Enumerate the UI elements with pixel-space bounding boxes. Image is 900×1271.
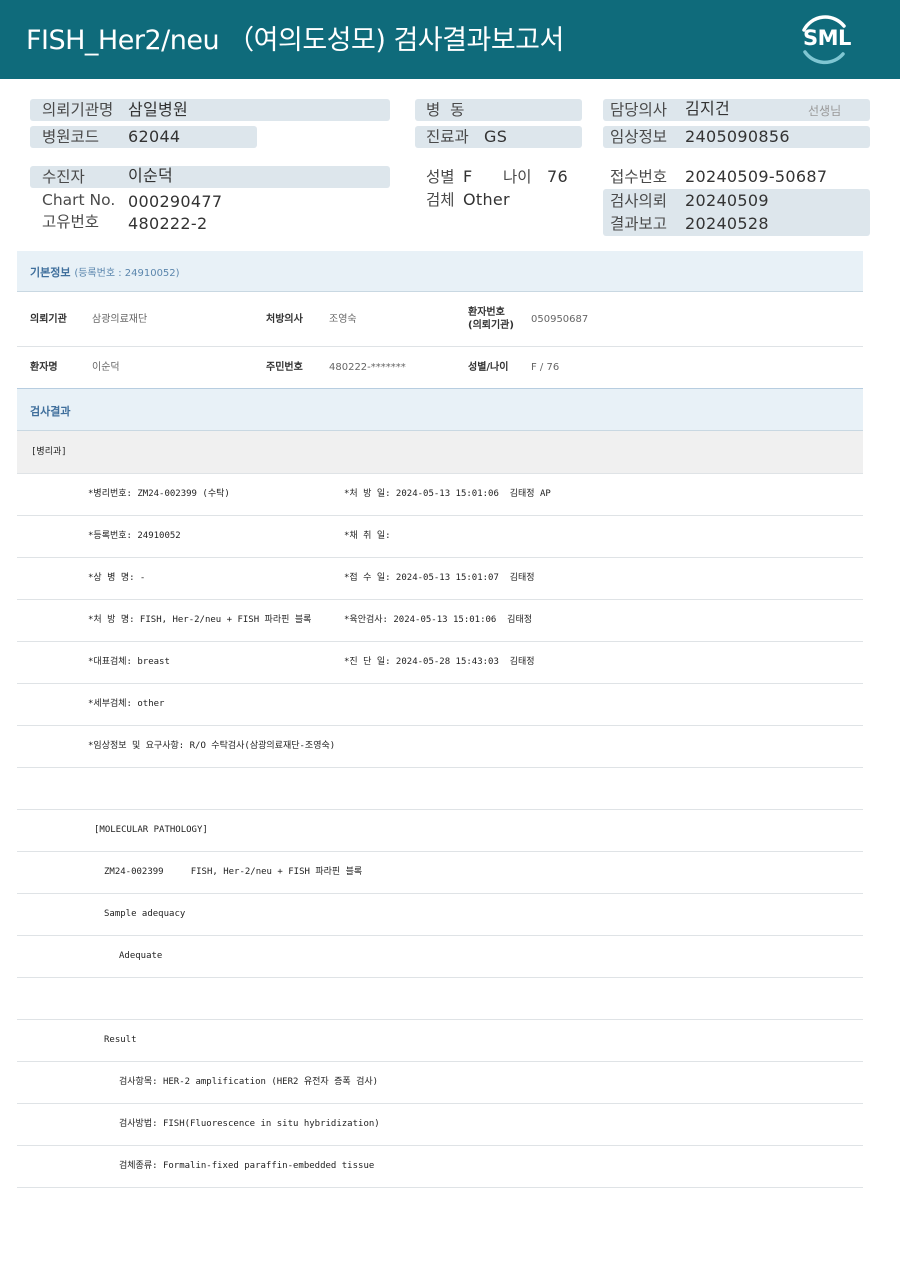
chart-label: Chart No. (42, 191, 116, 209)
test-method: 검사방법: FISH(Fluorescence in situ hybridiz… (119, 1119, 380, 1129)
patient-value: 이순덕 (128, 166, 174, 185)
institution-label: 의뢰기관명 (42, 101, 114, 119)
age-value: 76 (547, 167, 568, 186)
doctor-label: 담당의사 (610, 101, 668, 119)
result-header: 검사결과 (17, 389, 863, 431)
patient-label: 수진자 (42, 168, 85, 186)
registration-line: *등록번호: 24910052 (88, 531, 181, 541)
name-label: 환자명 (30, 362, 58, 373)
sex-label: 성별 (426, 168, 455, 186)
pid-label-2: (의뢰기관) (468, 320, 514, 331)
result-line-row: Sample adequacy (17, 894, 863, 936)
result-line-row: *등록번호: 24910052 *채 취 일: (17, 516, 863, 558)
dept-label: 진료과 (426, 128, 469, 146)
prescription-name: *처 방 명: FISH, Her-2/neu + FISH 파라핀 블록 (88, 615, 312, 625)
sample-adequacy-label: Sample adequacy (104, 909, 186, 919)
receipt-value: 20240509-50687 (685, 167, 828, 186)
result-line-row: 검사항목: HER-2 amplification (HER2 유전자 증폭 검… (17, 1062, 863, 1104)
hospital-code-label: 병원코드 (42, 128, 100, 146)
pathology-subheader-row: [병리과] (17, 431, 863, 474)
request-label: 검사의뢰 (610, 192, 668, 210)
inst-label: 의뢰기관 (30, 314, 67, 325)
test-item: 검사항목: HER-2 amplification (HER2 유전자 증폭 검… (119, 1077, 379, 1087)
prescription-date: *처 방 일: 2024-05-13 15:01:06 김태정 AP (344, 489, 551, 499)
presc-label: 처방의사 (266, 314, 303, 325)
empty-row (17, 768, 863, 810)
request-value: 20240509 (685, 191, 769, 210)
receipt-date: *접 수 일: 2024-05-13 15:01:07 김태정 (344, 573, 535, 583)
ward-label: 병 동 (426, 101, 465, 119)
gross-exam-date: *육안검사: 2024-05-13 15:01:06 김태정 (344, 615, 533, 625)
result-line-row: *병리번호: ZM24-002399 (수탁) *처 방 일: 2024-05-… (17, 474, 863, 516)
rrn-value: 480222-******* (329, 362, 406, 373)
report-value: 20240528 (685, 214, 769, 233)
result-line-row: *대표검체: breast *진 단 일: 2024-05-28 15:43:0… (17, 642, 863, 684)
empty-row (17, 978, 863, 1020)
age-label: 나이 (503, 168, 532, 186)
sexage-label: 성별/나이 (468, 362, 509, 373)
adequate-value: Adequate (119, 951, 163, 961)
result-label: Result (104, 1035, 137, 1045)
unique-label: 고유번호 (42, 213, 100, 231)
sexage-value: F / 76 (531, 362, 560, 373)
result-line-row: ZM24-002399 FISH, Her-2/neu + FISH 파라핀 블… (17, 852, 863, 894)
name-value: 이순덕 (92, 362, 120, 373)
basic-info-row-2: 환자명 이순덕 주민번호 480222-******* 성별/나이 F / 76 (17, 347, 863, 389)
presc-value: 조영숙 (329, 314, 357, 325)
representative-specimen: *대표검체: breast (88, 657, 170, 667)
result-line-row: Result (17, 1020, 863, 1062)
receipt-label: 접수번호 (610, 168, 668, 186)
result-line-row: 검체종류: Formalin-fixed paraffin-embedded t… (17, 1146, 863, 1188)
pid-label-1: 환자번호 (468, 307, 505, 318)
unique-value: 480222-2 (128, 214, 208, 233)
molecular-code: ZM24-002399 FISH, Her-2/neu + FISH 파라핀 블… (104, 867, 363, 877)
dept-value: GS (484, 127, 508, 146)
result-line-row: *세부검체: other (17, 684, 863, 726)
clinical-info-request: *임상정보 및 요구사항: R/O 수탁검사(삼광의료재단-조영숙) (88, 741, 336, 751)
logo-text: SML (803, 26, 851, 50)
doctor-suffix: 선생님 (808, 104, 842, 118)
registration-number: (등록번호 : 24910052) (74, 268, 180, 279)
diagnosis-date: *진 단 일: 2024-05-28 15:43:03 김태정 (344, 657, 535, 667)
pid-value: 050950687 (531, 314, 589, 325)
institution-value: 삼일병원 (128, 100, 189, 119)
result-line-row: Adequate (17, 936, 863, 978)
basic-info-row-1: 의뢰기관 삼광의료재단 처방의사 조영숙 환자번호 (의뢰기관) 0509506… (17, 292, 863, 347)
inst-value: 삼광의료재단 (92, 314, 148, 325)
result-line-row: *임상정보 및 요구사항: R/O 수탁검사(삼광의료재단-조영숙) (17, 726, 863, 768)
specimen-label: 검체 (426, 191, 455, 209)
detail-specimen: *세부검체: other (88, 699, 165, 709)
result-line-row: [MOLECULAR PATHOLOGY] (17, 810, 863, 852)
specimen-type: 검체종류: Formalin-fixed paraffin-embedded t… (119, 1161, 375, 1171)
clinical-value: 2405090856 (685, 127, 790, 146)
diagnosis-name: *상 병 명: - (88, 573, 146, 583)
report-label: 결과보고 (610, 215, 668, 233)
report-header: FISH_Her2/neu （여의도성모) 검사결과보고서 SML (0, 0, 900, 79)
rrn-label: 주민번호 (266, 362, 303, 373)
basic-info-title: 기본정보 (등록번호 : 24910052) (30, 266, 180, 279)
sex-value: F (463, 167, 473, 186)
molecular-pathology-header: [MOLECULAR PATHOLOGY] (94, 825, 208, 835)
result-title: 검사결과 (30, 405, 71, 418)
report-title: FISH_Her2/neu （여의도성모) 검사결과보고서 (26, 25, 564, 56)
result-line-row: *상 병 명: - *접 수 일: 2024-05-13 15:01:07 김태… (17, 558, 863, 600)
result-line-row: 검사방법: FISH(Fluorescence in situ hybridiz… (17, 1104, 863, 1146)
pathology-number: *병리번호: ZM24-002399 (수탁) (88, 489, 230, 499)
hospital-code-value: 62044 (128, 127, 181, 146)
clinical-label: 임상정보 (610, 128, 668, 146)
result-line-row: *처 방 명: FISH, Her-2/neu + FISH 파라핀 블록 *육… (17, 600, 863, 642)
chart-value: 000290477 (128, 192, 223, 211)
doctor-value: 김지건 (685, 99, 731, 118)
specimen-value: Other (463, 190, 510, 209)
pathology-subheader: [병리과] (31, 447, 67, 457)
collection-date: *채 취 일: (344, 531, 391, 541)
basic-info-header: 기본정보 (등록번호 : 24910052) (17, 251, 863, 292)
